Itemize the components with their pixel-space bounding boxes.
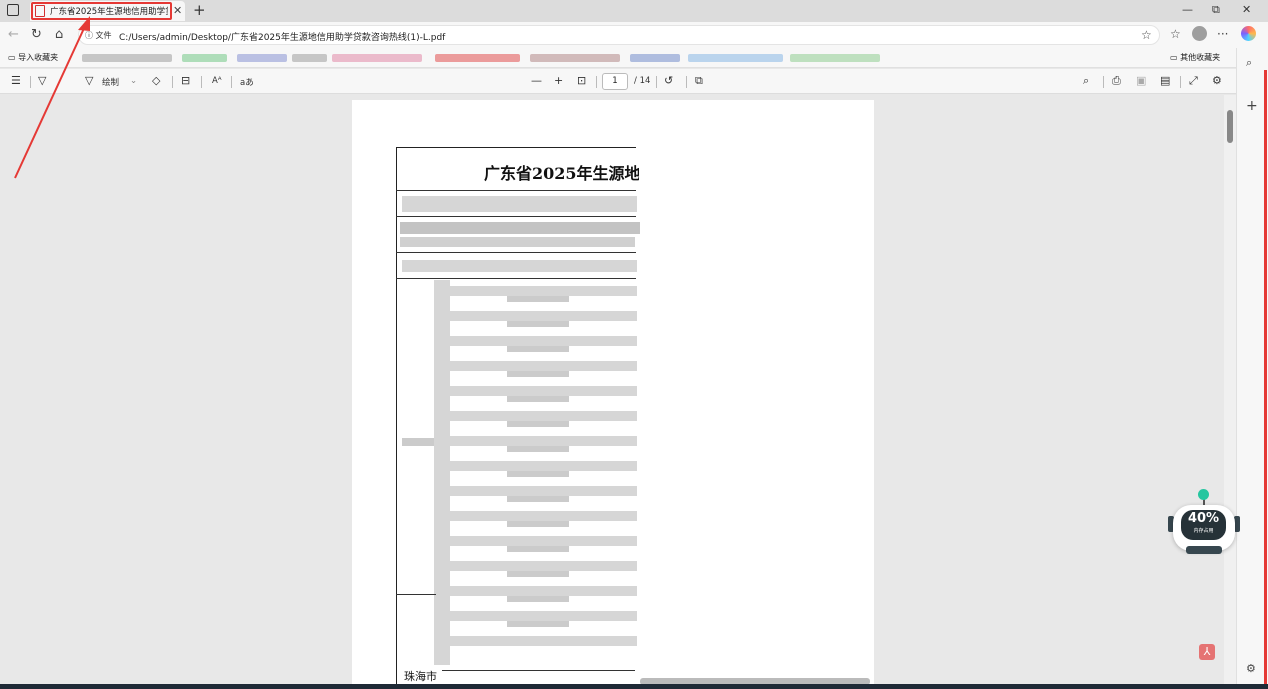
arrow-line — [14, 23, 87, 179]
annotation-arrow — [14, 16, 90, 179]
arrow-head — [78, 16, 90, 31]
